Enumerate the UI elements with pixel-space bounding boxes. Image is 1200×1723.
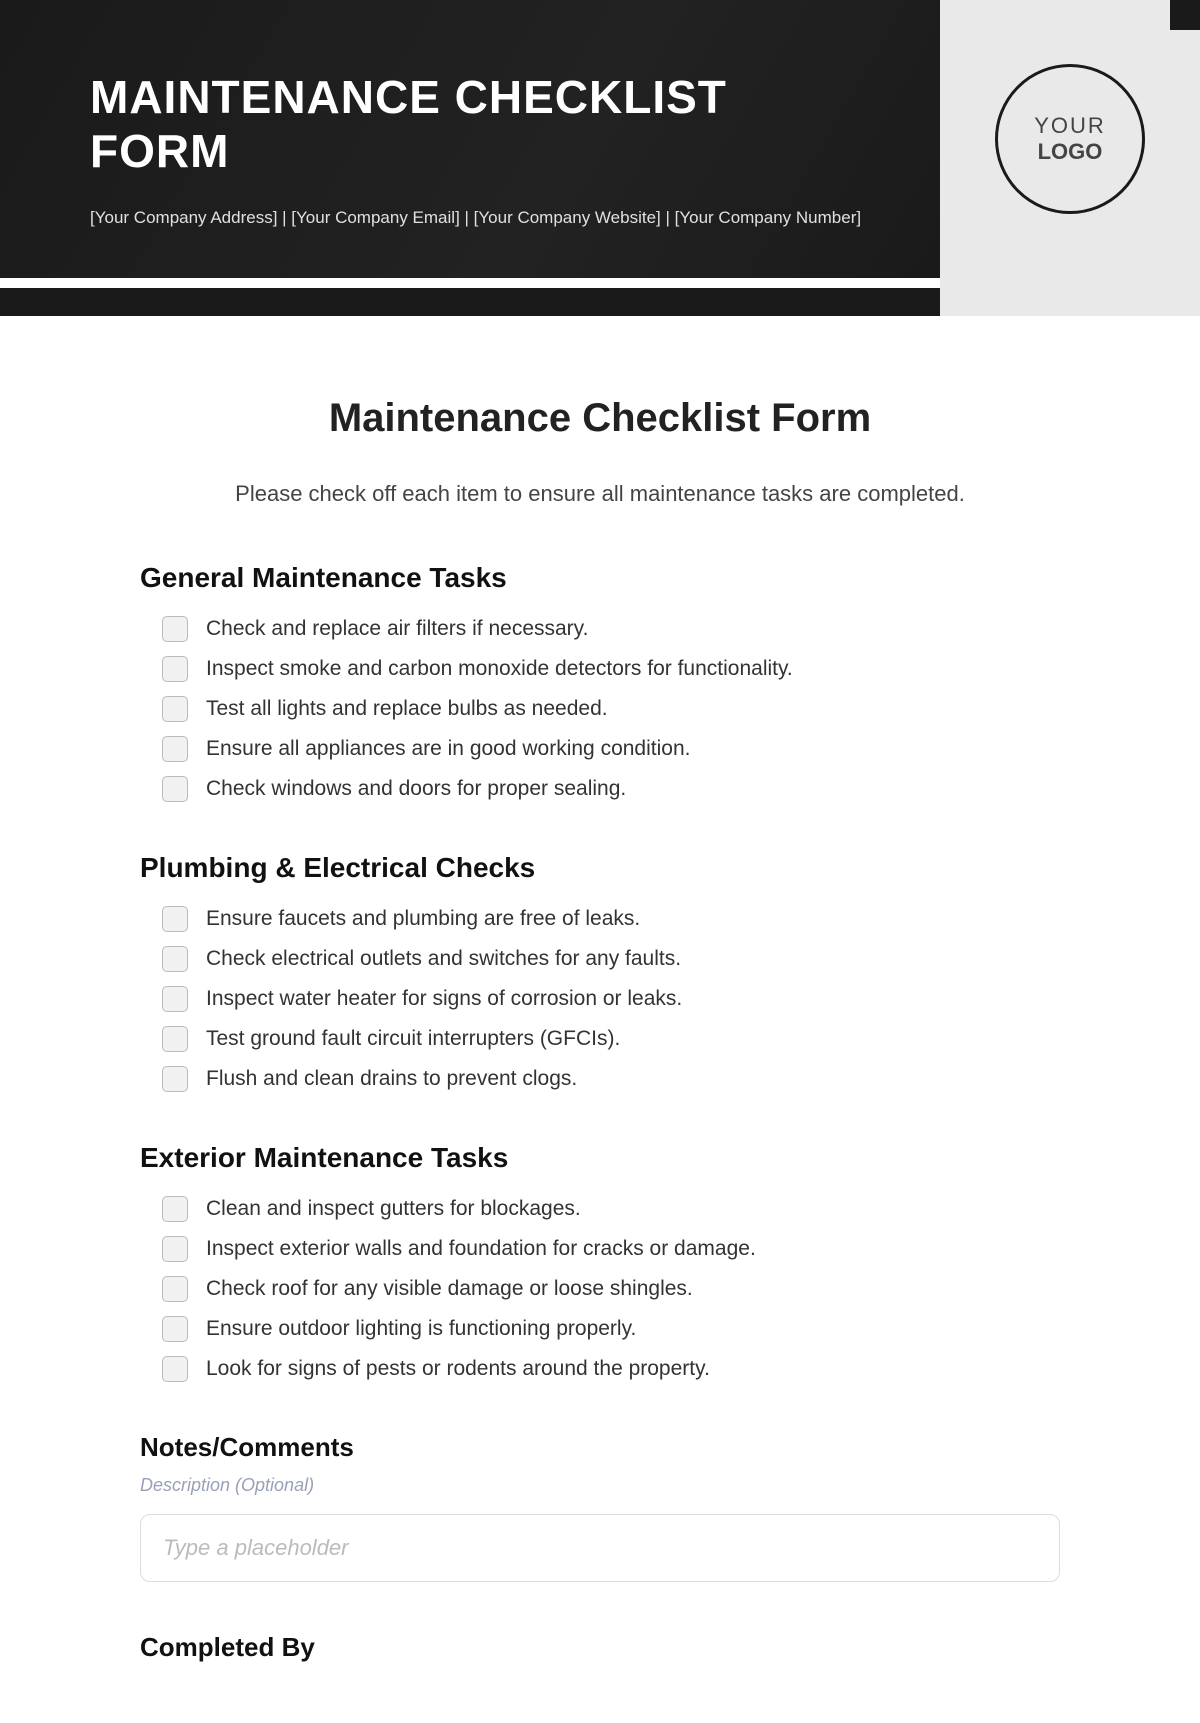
checklist-item-text: Check electrical outlets and switches fo… [206,947,681,971]
checklist-item-text: Ensure outdoor lighting is functioning p… [206,1317,636,1341]
checklist: Ensure faucets and plumbing are free of … [140,906,1060,1092]
header-title: MAINTENANCE CHECKLIST FORM [90,70,880,178]
checklist-item-text: Inspect water heater for signs of corros… [206,987,682,1011]
checklist-item: Check and replace air filters if necessa… [162,616,1060,642]
checkbox[interactable] [162,776,188,802]
form-header: MAINTENANCE CHECKLIST FORM [Your Company… [0,0,1200,278]
checklist-item-text: Test ground fault circuit interrupters (… [206,1027,620,1051]
checkbox[interactable] [162,1066,188,1092]
checklist-item-text: Inspect exterior walls and foundation fo… [206,1237,756,1261]
checklist-item: Look for signs of pests or rodents aroun… [162,1356,1060,1382]
checklist-item-text: Look for signs of pests or rodents aroun… [206,1357,710,1381]
notes-description: Description (Optional) [140,1475,1060,1496]
checklist-item-text: Ensure all appliances are in good workin… [206,737,690,761]
header-subline: [Your Company Address] | [Your Company E… [90,208,880,228]
checkbox[interactable] [162,696,188,722]
logo-text-1: YOUR [1034,113,1106,139]
header-band [0,288,940,316]
checklist-item: Test ground fault circuit interrupters (… [162,1026,1060,1052]
checklist-item: Inspect water heater for signs of corros… [162,986,1060,1012]
checklist: Clean and inspect gutters for blockages.… [140,1196,1060,1382]
completed-by-label: Completed By [140,1632,1060,1663]
checklist-item: Clean and inspect gutters for blockages. [162,1196,1060,1222]
checklist-item-text: Flush and clean drains to prevent clogs. [206,1067,577,1091]
checklist-item: Ensure faucets and plumbing are free of … [162,906,1060,932]
checkbox[interactable] [162,1276,188,1302]
notes-section: Notes/Comments Description (Optional) [140,1432,1060,1582]
instructions-text: Please check off each item to ensure all… [140,481,1060,507]
header-gap [0,278,940,288]
section-title: General Maintenance Tasks [140,562,1060,594]
checkbox[interactable] [162,1026,188,1052]
checkbox[interactable] [162,946,188,972]
section-title: Exterior Maintenance Tasks [140,1142,1060,1174]
checklist-item: Check roof for any visible damage or loo… [162,1276,1060,1302]
checklist-item: Check electrical outlets and switches fo… [162,946,1060,972]
checklist-item-text: Inspect smoke and carbon monoxide detect… [206,657,793,681]
checklist-item: Inspect exterior walls and foundation fo… [162,1236,1060,1262]
checklist-item: Inspect smoke and carbon monoxide detect… [162,656,1060,682]
checklist-item: Check windows and doors for proper seali… [162,776,1060,802]
checklist-item: Test all lights and replace bulbs as nee… [162,696,1060,722]
logo-placeholder: YOUR LOGO [995,64,1145,214]
checkbox[interactable] [162,906,188,932]
checklist-item-text: Check roof for any visible damage or loo… [206,1277,693,1301]
header-dark-panel: MAINTENANCE CHECKLIST FORM [Your Company… [0,0,940,278]
checkbox[interactable] [162,1356,188,1382]
checklist-item-text: Ensure faucets and plumbing are free of … [206,907,640,931]
checklist-item: Ensure all appliances are in good workin… [162,736,1060,762]
checkbox[interactable] [162,1316,188,1342]
notes-label: Notes/Comments [140,1432,1060,1463]
document-title: Maintenance Checklist Form [140,396,1060,441]
checkbox[interactable] [162,736,188,762]
form-content: Maintenance Checklist Form Please check … [0,316,1200,1723]
checkbox[interactable] [162,1196,188,1222]
logo-text-2: LOGO [1038,139,1103,165]
checklist-item: Ensure outdoor lighting is functioning p… [162,1316,1060,1342]
checkbox[interactable] [162,656,188,682]
checklist: Check and replace air filters if necessa… [140,616,1060,802]
checklist-item: Flush and clean drains to prevent clogs. [162,1066,1060,1092]
corner-accent [1170,0,1200,30]
notes-input[interactable] [140,1514,1060,1582]
completed-by-section: Completed By [140,1632,1060,1663]
checkbox[interactable] [162,616,188,642]
header-logo-panel: YOUR LOGO [940,0,1200,278]
checklist-item-text: Check and replace air filters if necessa… [206,617,588,641]
section-title: Plumbing & Electrical Checks [140,852,1060,884]
checklist-item-text: Clean and inspect gutters for blockages. [206,1197,581,1221]
checkbox[interactable] [162,1236,188,1262]
checklist-item-text: Check windows and doors for proper seali… [206,777,626,801]
checklist-item-text: Test all lights and replace bulbs as nee… [206,697,608,721]
checkbox[interactable] [162,986,188,1012]
